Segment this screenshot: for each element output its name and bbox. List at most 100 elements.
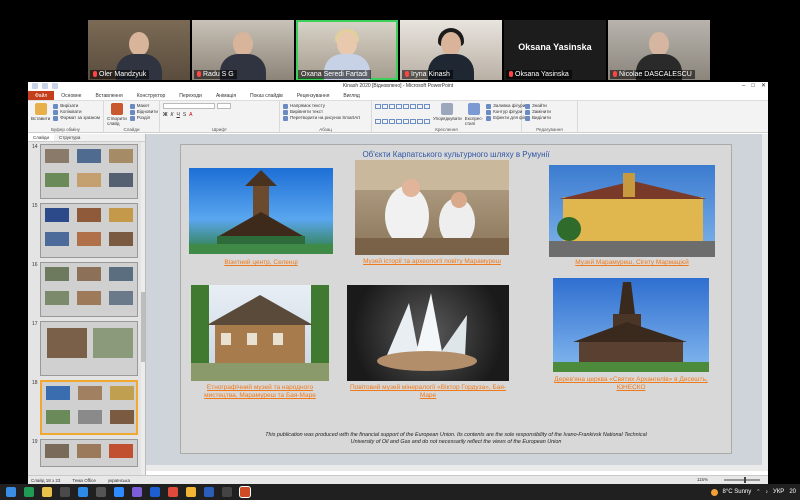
- undo-icon[interactable]: [42, 83, 48, 89]
- muted-mic-icon: [613, 71, 617, 78]
- slide-thumbnail[interactable]: [40, 144, 138, 199]
- scissors-icon: [53, 103, 59, 109]
- vertical-scrollbar[interactable]: [762, 134, 768, 465]
- underline-icon[interactable]: Ч: [176, 112, 179, 118]
- font-color-icon[interactable]: A: [189, 112, 192, 118]
- photo-ethnographic-museum[interactable]: [191, 285, 329, 381]
- scroll-thumb[interactable]: [141, 292, 145, 362]
- app-icon[interactable]: [96, 487, 106, 497]
- video-tile[interactable]: Nicolae DASCALESCU: [608, 20, 710, 80]
- chrome-icon[interactable]: [186, 487, 196, 497]
- font-name-select[interactable]: [163, 103, 215, 109]
- tab-slides[interactable]: Слайди: [28, 134, 55, 141]
- redo-icon[interactable]: [52, 83, 58, 89]
- slide-thumbnail[interactable]: [40, 439, 138, 467]
- tab-transitions[interactable]: Переходи: [172, 91, 209, 100]
- format-painter-button[interactable]: Формат за зразком: [53, 115, 100, 121]
- photo-wooden-church[interactable]: [553, 278, 709, 372]
- weather-text[interactable]: 8°C Sunny: [723, 489, 752, 495]
- tab-file[interactable]: Файл: [28, 91, 55, 100]
- slide-editor: Об'єкти Карпатського культурного шляху в…: [146, 134, 768, 465]
- close-button[interactable]: ✕: [761, 82, 766, 91]
- slide-thumbnail[interactable]: [40, 321, 138, 376]
- status-bar: Слайд 18 з 23 Тема Office українська 115…: [28, 475, 768, 484]
- wooden-tower-image: [189, 170, 333, 254]
- zoom-icon[interactable]: [114, 487, 124, 497]
- photo-visitor-center[interactable]: [189, 168, 333, 254]
- zoom-slider[interactable]: [724, 476, 760, 483]
- wooden-house-image: [191, 285, 329, 381]
- smartart-button[interactable]: Перетворити на рисунок SmartArt: [283, 115, 368, 121]
- slide-thumbnail-selected[interactable]: [40, 380, 138, 435]
- telegram-icon[interactable]: [150, 487, 160, 497]
- video-tile[interactable]: Oleг Mandzyuk: [88, 20, 190, 80]
- weather-icon[interactable]: [710, 488, 718, 496]
- horizontal-scrollbar[interactable]: [146, 465, 768, 471]
- caption-visitor-center[interactable]: Візитний центр, Селенці: [189, 259, 333, 267]
- powerpoint-icon[interactable]: [239, 486, 251, 498]
- font-size-select[interactable]: [217, 103, 231, 109]
- slide-thumbnail[interactable]: [40, 203, 138, 258]
- word-icon[interactable]: [204, 487, 214, 497]
- slide-thumbnail-row[interactable]: 14: [32, 144, 138, 200]
- slide-thumbnail-row-selected[interactable]: 18: [32, 380, 138, 436]
- strike-icon[interactable]: S: [183, 112, 186, 118]
- tab-view[interactable]: Вигляд: [336, 91, 366, 100]
- bold-icon[interactable]: Ж: [163, 112, 168, 118]
- viber-icon[interactable]: [132, 487, 142, 497]
- caption-wooden-church[interactable]: Дерев'яна церква «Святих Архангелів» в Д…: [553, 376, 709, 392]
- app-icon[interactable]: [60, 487, 70, 497]
- app-icon[interactable]: [222, 487, 232, 497]
- muted-mic-icon: [509, 71, 513, 78]
- italic-icon[interactable]: К: [171, 112, 174, 118]
- video-tile-no-camera[interactable]: Oksana Yasinska Oksana Yasinska: [504, 20, 606, 80]
- slide-thumbnail-row[interactable]: 15: [32, 203, 138, 259]
- brush-icon: [53, 115, 59, 121]
- caption-history-museum[interactable]: Музей історії та археології повіту Марам…: [355, 258, 509, 266]
- skype-icon[interactable]: [78, 487, 88, 497]
- maximize-button[interactable]: □: [751, 82, 755, 91]
- video-tile[interactable]: Radu S G: [192, 20, 294, 80]
- crystals-image: [377, 293, 477, 371]
- tray-arrow-icon[interactable]: ⌃: [756, 489, 760, 495]
- select-button[interactable]: Виділити: [525, 115, 574, 121]
- edge-browser-icon[interactable]: [24, 487, 34, 497]
- language-indicator[interactable]: українська: [108, 478, 130, 483]
- section-icon: [129, 115, 135, 121]
- save-icon[interactable]: [32, 83, 38, 89]
- photo-maramures-museum[interactable]: [549, 165, 715, 257]
- clock[interactable]: 20: [789, 489, 796, 495]
- current-slide[interactable]: Об'єкти Карпатського культурного шляху в…: [180, 144, 732, 454]
- section-button[interactable]: Розділ: [129, 115, 158, 121]
- zoom-level[interactable]: 115%: [697, 477, 708, 482]
- tab-outline[interactable]: Структура: [54, 134, 85, 141]
- windows-start-icon[interactable]: [6, 487, 16, 497]
- volume-icon[interactable]: ♪: [766, 489, 769, 495]
- video-tile[interactable]: Iryna Kinash: [400, 20, 502, 80]
- photo-mineralogy-museum[interactable]: [347, 285, 509, 381]
- tab-slideshow[interactable]: Показ слайдів: [243, 91, 290, 100]
- editing-group: Знайти Замінити Виділити Редагування: [522, 101, 578, 133]
- slide-thumbnail[interactable]: [40, 262, 138, 317]
- tab-review[interactable]: Рецензування: [290, 91, 337, 100]
- slide-thumbnail-row[interactable]: 17: [32, 321, 138, 377]
- photos-icon[interactable]: [168, 487, 178, 497]
- photo-history-museum[interactable]: [355, 160, 509, 255]
- museum-building-image: [549, 173, 715, 257]
- keyboard-language[interactable]: УКР: [773, 489, 784, 495]
- zoom-slider-thumb[interactable]: [744, 476, 746, 483]
- quick-styles-icon: [467, 103, 480, 115]
- caption-maramures-museum[interactable]: Музей Марамуреш, Сігету Мармацієй: [549, 259, 715, 267]
- video-tile-active-speaker[interactable]: Oxana Seredi Fartadi: [296, 20, 398, 80]
- pane-scrollbar[interactable]: [141, 142, 145, 475]
- tab-design[interactable]: Конструктор: [130, 91, 173, 100]
- caption-mineralogy-museum[interactable]: Повітовий музей мінералогії «Віктор Горд…: [347, 384, 509, 400]
- minimize-button[interactable]: –: [742, 82, 745, 91]
- tab-home[interactable]: Основне: [54, 91, 88, 100]
- tab-insert[interactable]: Вставлення: [88, 91, 129, 100]
- group-label: Слайди: [123, 127, 140, 132]
- tab-animations[interactable]: Анімація: [209, 91, 243, 100]
- file-explorer-icon[interactable]: [42, 487, 52, 497]
- caption-ethnographic-museum[interactable]: Етнографічний музей та народного мистецт…: [191, 384, 329, 400]
- slide-thumbnail-row[interactable]: 16: [32, 262, 138, 318]
